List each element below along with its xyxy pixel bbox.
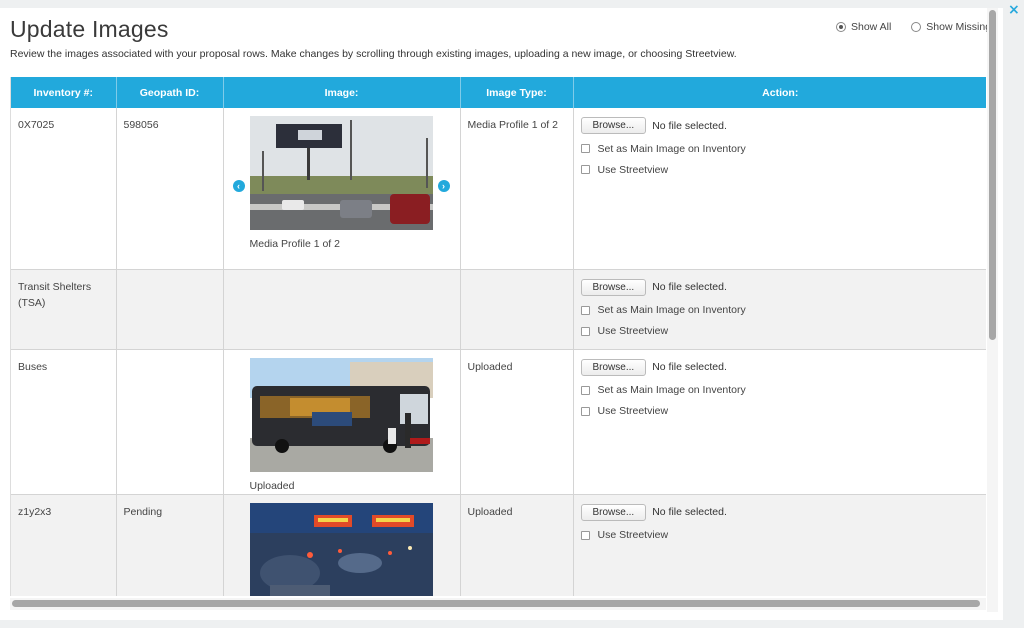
- image-cell: [223, 269, 461, 350]
- filter-radio-group: Show All Show Missing: [836, 21, 991, 33]
- chevron-left-icon[interactable]: ‹: [232, 180, 245, 192]
- inventory-cell: 0X7025: [11, 108, 117, 270]
- checkbox-icon: [580, 144, 590, 153]
- page-title: Update Images: [10, 16, 169, 42]
- inventory-cell: Transit Shelters (TSA): [11, 269, 117, 350]
- column-header-image: Image:: [223, 77, 461, 108]
- bus-photo: [249, 357, 433, 472]
- page-subtitle: Review the images associated with your p…: [10, 48, 737, 60]
- use-streetview-checkbox[interactable]: Use Streetview: [580, 323, 980, 340]
- table-row: Transit Shelters (TSA) Browse... No file…: [11, 269, 986, 350]
- street-night-photo: [249, 502, 433, 596]
- image-cell: Uploaded: [223, 349, 461, 495]
- column-header-image-type: Image Type:: [460, 77, 574, 108]
- action-cell: Browse... No file selected. Set as Main …: [573, 349, 986, 495]
- use-streetview-checkbox[interactable]: Use Streetview: [580, 161, 980, 178]
- checkbox-icon: [580, 305, 590, 315]
- file-status: No file selected.: [652, 281, 727, 293]
- horizontal-scrollbar[interactable]: [10, 598, 986, 610]
- image-type-cell: [460, 269, 574, 350]
- set-main-image-label: Set as Main Image on Inventory: [597, 142, 746, 155]
- geopath-cell: 598056: [116, 108, 224, 270]
- image-type-cell: Media Profile 1 of 2: [460, 108, 574, 270]
- image-cell: [223, 494, 461, 596]
- image-caption: Media Profile 1 of 2: [249, 238, 340, 250]
- browse-button[interactable]: Browse...: [580, 503, 647, 521]
- set-main-image-checkbox[interactable]: Set as Main Image on Inventory: [580, 140, 980, 157]
- show-all-label: Show All: [851, 21, 892, 33]
- browse-button[interactable]: Browse...: [580, 117, 647, 134]
- table-row: 0X7025 598056 ‹ › Media Profile 1 of 2 M…: [11, 108, 986, 270]
- geopath-cell: Pending: [116, 494, 224, 596]
- browse-button[interactable]: Browse...: [580, 358, 647, 376]
- action-cell: Browse... No file selected. Set as Main …: [573, 108, 986, 270]
- action-cell: Browse... No file selected. Set as Main …: [573, 269, 986, 350]
- image-caption: Uploaded: [249, 479, 295, 492]
- column-header-action: Action:: [573, 77, 986, 108]
- show-all-radio[interactable]: Show All: [836, 21, 891, 33]
- images-table-container: Inventory #: Geopath ID: Image: Image Ty…: [10, 77, 986, 596]
- file-status: No file selected.: [652, 506, 727, 518]
- inventory-cell: z1y2x3: [11, 494, 117, 596]
- use-streetview-checkbox[interactable]: Use Streetview: [580, 527, 980, 544]
- table-header-row: Inventory #: Geopath ID: Image: Image Ty…: [11, 77, 986, 108]
- image-type-cell: Uploaded: [460, 349, 574, 495]
- set-main-image-label: Set as Main Image on Inventory: [597, 304, 746, 316]
- billboard-photo: [249, 116, 433, 230]
- action-cell: Browse... No file selected. Use Streetvi…: [573, 494, 986, 596]
- radio-unchecked-icon: [911, 22, 922, 32]
- use-streetview-label: Use Streetview: [597, 163, 669, 176]
- image-type-cell: Uploaded: [460, 494, 574, 596]
- show-missing-radio[interactable]: Show Missing: [911, 21, 991, 33]
- vertical-scroll-thumb[interactable]: [989, 10, 996, 340]
- images-table: Inventory #: Geopath ID: Image: Image Ty…: [11, 77, 986, 596]
- vertical-scrollbar[interactable]: [987, 8, 998, 612]
- use-streetview-label: Use Streetview: [597, 405, 669, 417]
- chevron-right-icon[interactable]: ›: [437, 180, 450, 192]
- use-streetview-label: Use Streetview: [597, 325, 669, 337]
- browse-button[interactable]: Browse...: [580, 278, 647, 296]
- checkbox-icon: [580, 530, 590, 540]
- horizontal-scroll-thumb[interactable]: [12, 600, 980, 607]
- file-status: No file selected.: [652, 361, 727, 373]
- geopath-cell: [116, 269, 224, 350]
- geopath-cell: [116, 349, 224, 495]
- table-row: z1y2x3 Pending Uploaded Browse... No fil…: [11, 494, 986, 596]
- image-cell: ‹ › Media Profile 1 of 2: [223, 108, 461, 270]
- checkbox-icon: [580, 165, 590, 174]
- set-main-image-label: Set as Main Image on Inventory: [597, 384, 746, 396]
- use-streetview-checkbox[interactable]: Use Streetview: [580, 403, 980, 420]
- file-status: No file selected.: [652, 119, 727, 132]
- update-images-modal: Update Images Review the images associat…: [0, 8, 1003, 620]
- checkbox-icon: [580, 326, 590, 336]
- column-header-inventory: Inventory #:: [11, 77, 117, 108]
- checkbox-icon: [580, 385, 590, 395]
- use-streetview-label: Use Streetview: [597, 529, 669, 541]
- checkbox-icon: [580, 406, 590, 416]
- column-header-geopath: Geopath ID:: [116, 77, 224, 108]
- close-icon[interactable]: ×: [1008, 2, 1020, 18]
- radio-checked-icon: [836, 22, 846, 32]
- set-main-image-checkbox[interactable]: Set as Main Image on Inventory: [580, 302, 980, 319]
- table-row: Buses Uploaded Uploaded Browse... No fil…: [11, 349, 986, 495]
- set-main-image-checkbox[interactable]: Set as Main Image on Inventory: [580, 382, 980, 399]
- show-missing-label: Show Missing: [926, 21, 992, 33]
- inventory-cell: Buses: [11, 349, 117, 495]
